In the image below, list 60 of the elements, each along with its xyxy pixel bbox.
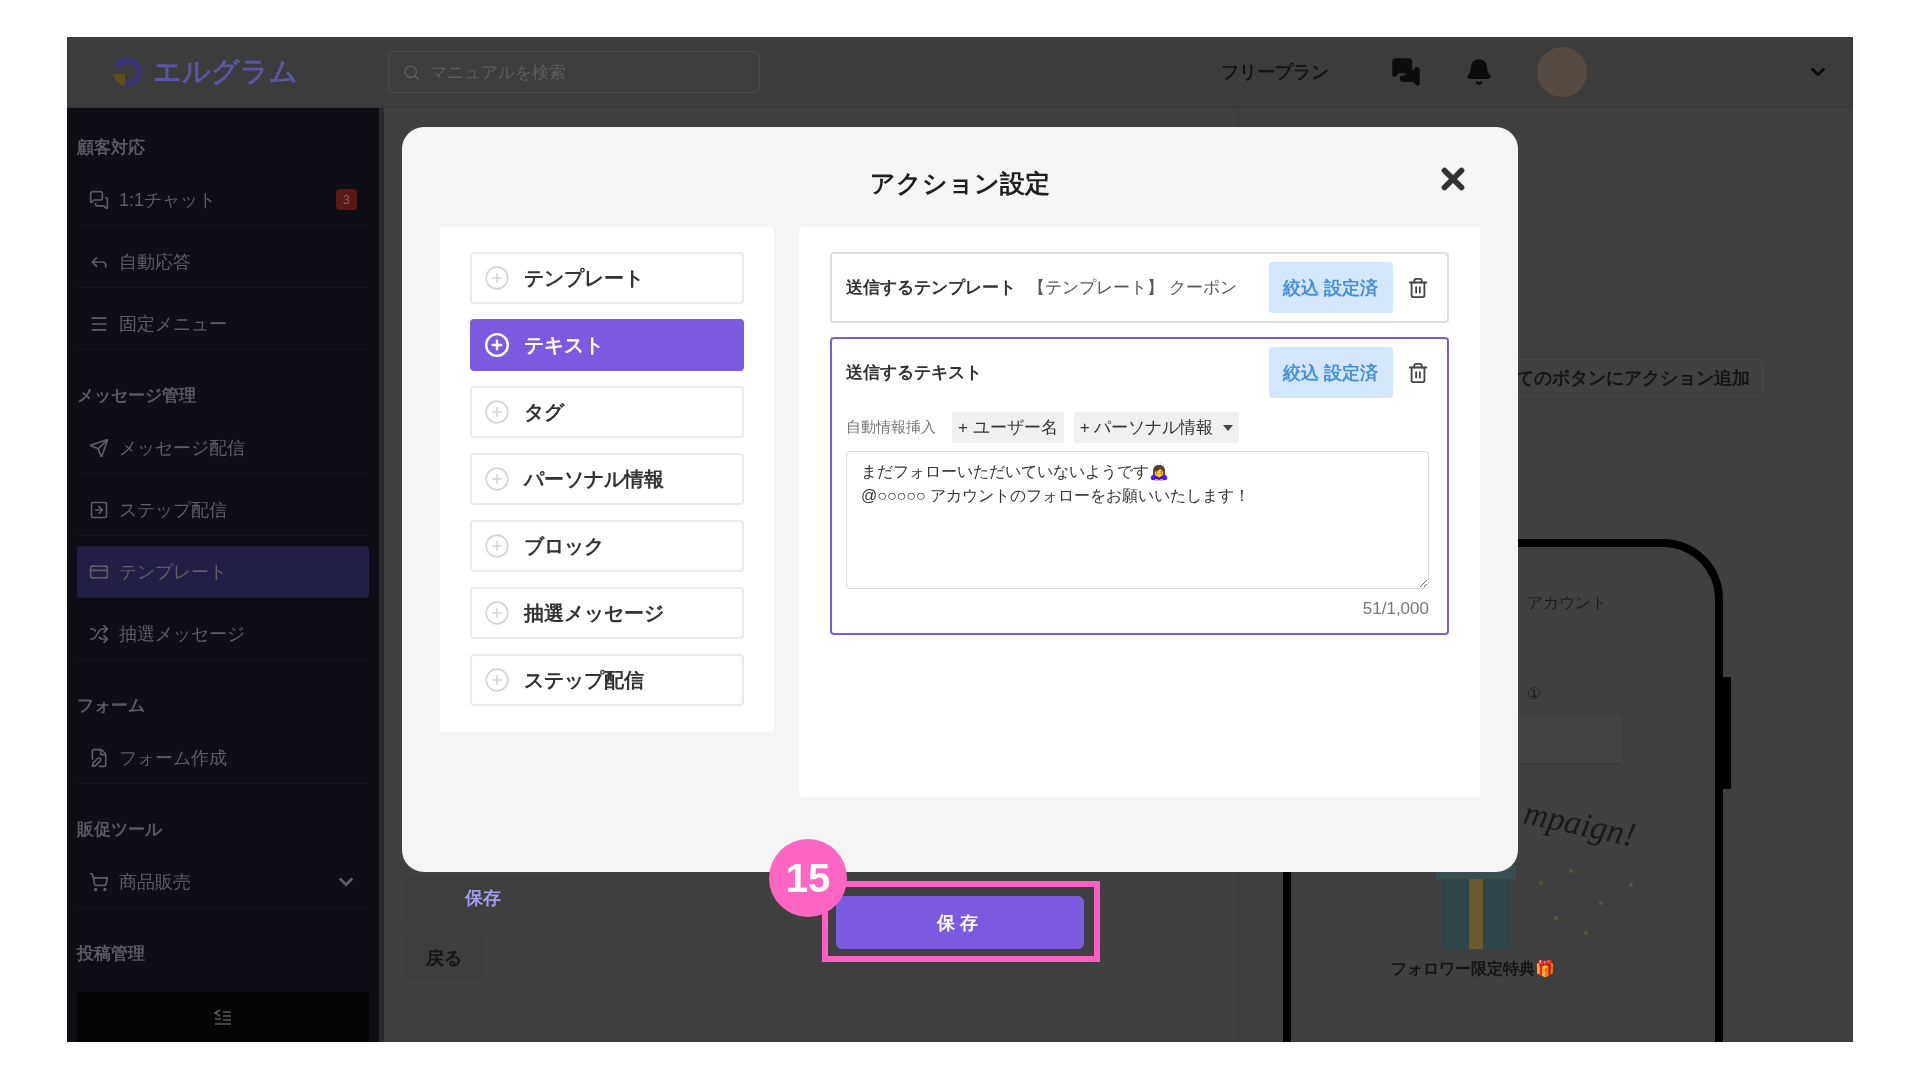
delete-button[interactable]	[1407, 276, 1429, 299]
caret-icon	[1223, 424, 1234, 431]
file-edit-icon	[89, 747, 109, 768]
section-heading: メッセージ管理	[77, 385, 197, 407]
plus-icon	[484, 265, 510, 291]
avatar[interactable]	[1537, 47, 1587, 97]
card-title: 送信するテキスト	[846, 362, 982, 384]
sidebar-item[interactable]: 自動応答	[77, 236, 369, 288]
modal-title: アクション設定	[870, 168, 1050, 199]
notification-icon[interactable]	[1465, 58, 1493, 86]
section-heading: フォーム	[77, 695, 146, 717]
sidebar-item[interactable]: 1:1チャット 3	[77, 174, 369, 226]
delete-button[interactable]	[1407, 361, 1429, 384]
trash-icon	[1407, 276, 1429, 299]
action-button[interactable]: テキスト	[470, 319, 744, 371]
sidebar-item[interactable]: 固定メニュー	[77, 298, 369, 350]
filter-button[interactable]: 絞込 設定済	[1269, 347, 1393, 398]
insert-chip[interactable]: + ユーザー名	[952, 412, 1064, 443]
logo-text: エルグラム	[153, 55, 298, 89]
collapse-button[interactable]	[77, 992, 369, 1042]
plus-icon	[484, 533, 510, 559]
sidebar-item[interactable]: メッセージ配信	[77, 422, 369, 474]
sidebar-item[interactable]: 抽選メッセージ	[77, 608, 369, 660]
count-badge: 3	[335, 189, 357, 210]
section-heading: 投稿管理	[77, 943, 146, 965]
send-icon	[89, 437, 109, 458]
message-field[interactable]: まだフォローいただいていないようです🙇‍♀ @○○○○○ アカウントのフォローをお願いいたします！	[846, 451, 1429, 589]
template-name: 【テンプレート】 クーポン	[1028, 277, 1237, 299]
plus-icon	[484, 399, 510, 425]
section-heading: 顧客対応	[77, 137, 146, 159]
shuffle-icon	[89, 623, 109, 644]
plus-icon	[484, 332, 510, 358]
chat-icon[interactable]	[1391, 57, 1421, 87]
insert-dropdown[interactable]: + パーソナル情報	[1073, 412, 1240, 443]
trash-icon	[1407, 361, 1429, 384]
action-button[interactable]: ブロック	[470, 520, 744, 572]
action-button[interactable]: タグ	[470, 386, 744, 438]
char-counter: 51/1,000	[1362, 599, 1429, 619]
collapse-icon	[213, 1008, 233, 1026]
sidebar-item[interactable]: 商品販売	[77, 856, 369, 908]
search-icon	[403, 63, 420, 81]
sidebar-item[interactable]: フォーム作成	[77, 732, 369, 784]
plus-icon	[484, 667, 510, 693]
arrow-square-icon	[89, 499, 109, 520]
action-button[interactable]: パーソナル情報	[470, 453, 744, 505]
action-button[interactable]: 抽選メッセージ	[470, 587, 744, 639]
cart-icon	[89, 871, 109, 892]
action-button[interactable]: テンプレート	[470, 252, 744, 304]
plus-icon	[484, 466, 510, 492]
insert-label: 自動情報挿入	[846, 418, 936, 437]
card-title: 送信するテンプレート	[846, 277, 1016, 299]
section-heading: 販促ツール	[77, 819, 164, 841]
plus-icon	[484, 600, 510, 626]
sidebar-item[interactable]: テンプレート	[77, 546, 369, 598]
chat-icon	[89, 189, 109, 210]
filter-button[interactable]: 絞込 設定済	[1269, 262, 1393, 313]
save-button[interactable]: 保存	[405, 878, 560, 918]
action-button[interactable]: ステップ配信	[470, 654, 744, 706]
sidebar-item[interactable]: ステップ配信	[77, 484, 369, 536]
save-button[interactable]: 保存	[836, 896, 1084, 949]
